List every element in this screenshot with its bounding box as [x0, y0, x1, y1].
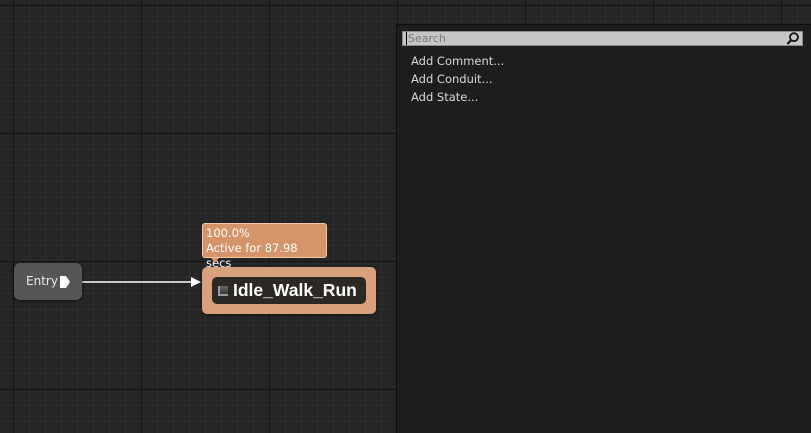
graph-context-menu: Add Comment... Add Conduit... Add State.… — [396, 24, 811, 433]
magnifier-icon[interactable] — [786, 32, 800, 45]
search-input[interactable] — [406, 32, 778, 45]
menu-item-add-state[interactable]: Add State... — [411, 88, 504, 106]
menu-item-add-conduit[interactable]: Add Conduit... — [411, 70, 504, 88]
context-menu-list: Add Comment... Add Conduit... Add State.… — [411, 52, 504, 106]
entry-node-label: Entry — [26, 274, 58, 288]
exec-pin-icon[interactable] — [60, 276, 70, 288]
entry-node[interactable]: Entry — [14, 263, 82, 300]
menu-item-add-comment[interactable]: Add Comment... — [411, 52, 504, 70]
state-node-title: Idle_Walk_Run — [233, 280, 357, 300]
state-tooltip: 100.0% Active for 87.98 secs — [202, 223, 327, 270]
state-machine-icon — [218, 286, 228, 296]
state-node-body[interactable]: Idle_Walk_Run — [212, 277, 366, 304]
state-node-idle-walk-run[interactable]: Idle_Walk_Run — [202, 267, 376, 314]
search-box[interactable] — [402, 31, 803, 46]
transition-arrowhead-icon — [191, 277, 201, 287]
tooltip-tail — [211, 258, 219, 263]
state-weight: 100.0% — [206, 226, 250, 240]
